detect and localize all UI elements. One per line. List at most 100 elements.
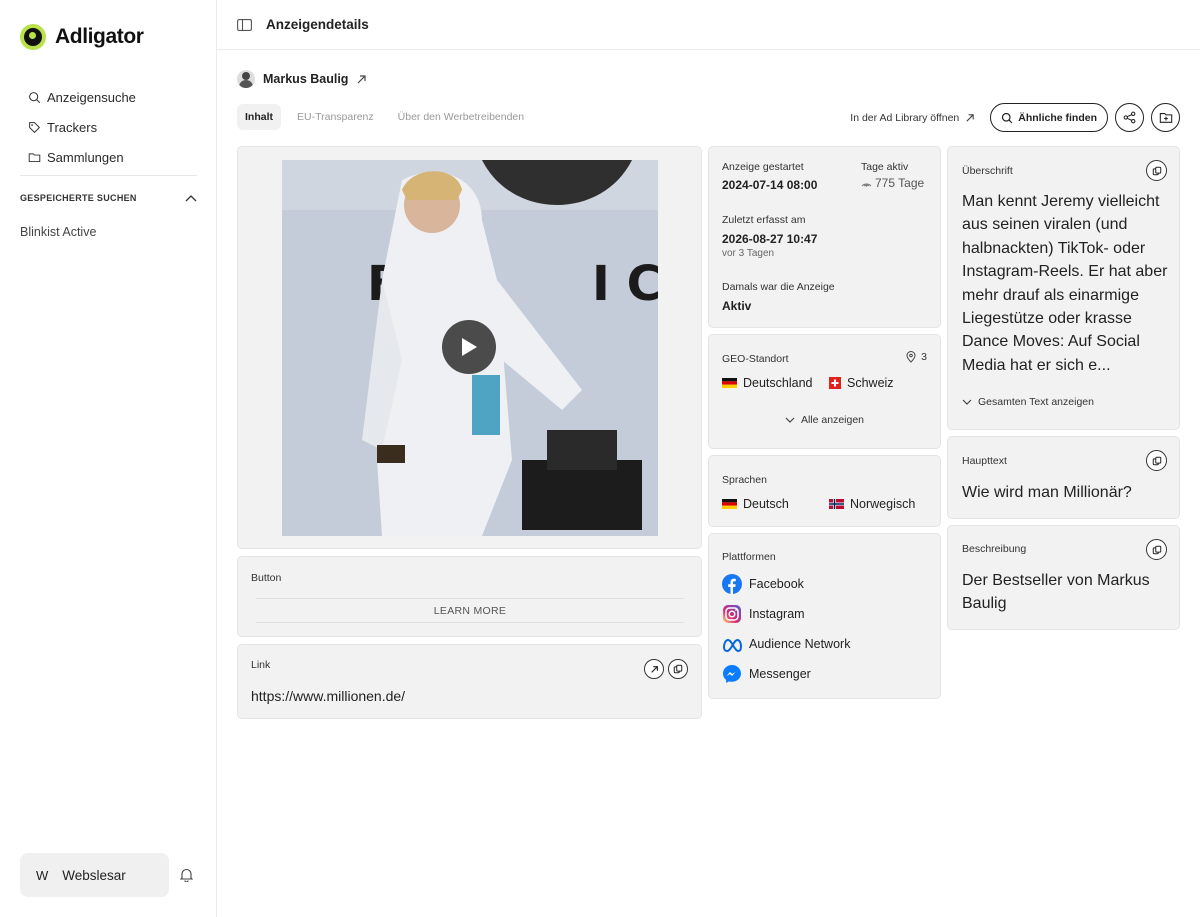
chevron-down-icon [785,417,795,423]
platform-item: Audience Network [722,634,850,654]
advertiser-link[interactable]: Markus Baulig [237,70,367,88]
share-button[interactable] [1115,103,1144,132]
find-similar-button[interactable]: Ähnliche finden [990,103,1108,132]
page-header: Anzeigendetails [217,0,1200,50]
switzerland-flag-icon [829,377,841,389]
status-label: Damals war die Anzeige [722,281,835,293]
play-icon [462,338,477,356]
sidebar-toggle-icon[interactable] [237,18,252,31]
folder-icon [28,152,41,162]
germany-flag-icon [722,499,737,509]
location-pin-icon [906,351,916,363]
platforms-label: Plattformen [722,551,776,563]
main-text-label: Haupttext [962,455,1007,467]
app-name: Adligator [55,25,144,48]
country-name: Schweiz [847,376,894,390]
open-link-button[interactable] [644,659,664,679]
copy-icon [1152,545,1161,554]
ad-video[interactable]: B I C [282,160,658,536]
meta-icon [722,638,742,653]
platform-item: Messenger [722,664,811,684]
saved-search-item[interactable]: Blinkist Active [20,225,96,239]
cta-button-label: Button [251,572,282,584]
saved-searches-header[interactable]: GESPEICHERTE SUCHEN [20,193,197,203]
language-item: Deutsch [722,497,789,511]
messenger-icon [723,665,741,683]
divider [20,175,197,176]
open-ad-library-link[interactable]: In der Ad Library öffnen [850,112,975,124]
active-days-label: Tage aktiv [861,161,909,173]
country-item: Schweiz [829,376,894,390]
headline-text: Man kennt Jeremy vielleicht aus seinen v… [962,193,1168,374]
chevron-down-icon [962,399,972,405]
description-text: Der Bestseller von Markus Baulig [962,572,1150,613]
external-link-icon [650,665,658,673]
share-icon [1123,111,1136,124]
play-button[interactable] [442,320,496,374]
user-menu[interactable]: W Webslesar [20,853,169,897]
language-name: Norwegisch [850,497,916,511]
instagram-icon [723,605,741,623]
nav-item-label: Anzeigensuche [47,89,136,105]
nav-item-search[interactable]: Anzeigensuche [28,82,136,112]
tag-icon [29,121,41,133]
show-all-label: Alle anzeigen [800,414,865,426]
nav-item-collections[interactable]: Sammlungen [28,142,136,172]
ad-actions: In der Ad Library öffnen Ähnliche finden [850,103,1180,132]
tab-content[interactable]: Inhalt [237,104,281,130]
started-label: Anzeige gestartet [722,161,804,173]
last-seen-relative: vor 3 Tagen [722,248,775,259]
advertiser-avatar [237,70,255,88]
main-text-card: Haupttext Wie wird man Millionär? [947,436,1180,519]
copy-description-button[interactable] [1146,539,1167,560]
active-days-value: 775 Tage [875,176,925,190]
show-full-text-label: Gesamten Text anzeigen [978,396,1094,408]
avatar: W [36,867,49,883]
geo-count-value: 3 [921,351,927,363]
signal-icon [861,183,872,187]
detail-tabs: Inhalt EU-Transparenz Über den Werbetrei… [237,104,532,130]
external-link-icon [358,74,367,83]
platforms-card: Plattformen Facebook Instagram Audience … [708,533,941,699]
copy-link-button[interactable] [668,659,688,679]
country-name: Deutschland [743,376,813,390]
search-icon [29,91,41,103]
copy-main-text-button[interactable] [1146,450,1167,471]
norway-flag-icon [829,499,844,509]
nav-item-trackers[interactable]: Trackers [28,112,136,142]
description-card: Beschreibung Der Bestseller von Markus B… [947,525,1180,630]
find-similar-label: Ähnliche finden [1018,111,1097,124]
search-icon [1002,112,1013,123]
ad-meta-card: Anzeige gestartet 2024-07-14 08:00 Tage … [708,146,941,328]
user-name: Webslesar [62,867,126,883]
chevron-up-icon[interactable] [185,194,197,202]
language-item: Norwegisch [829,497,915,511]
show-full-text-button[interactable]: Gesamten Text anzeigen [962,396,1094,408]
description-label: Beschreibung [962,543,1027,555]
platform-name: Instagram [749,607,805,621]
tab-eu-transparency[interactable]: EU-Transparenz [289,104,382,130]
geo-count: 3 [906,351,927,363]
ad-link-url[interactable]: https://www.millionen.de/ [251,688,405,704]
cta-button[interactable]: LEARN MORE [256,598,684,623]
app-logo[interactable]: Adligator [20,24,144,50]
platform-name: Audience Network [749,637,851,651]
platform-name: Facebook [749,577,804,591]
bell-icon[interactable] [180,868,193,882]
advertiser-name: Markus Baulig [263,72,349,86]
facebook-icon [722,574,742,594]
status-value: Aktiv [722,299,752,313]
platform-name: Messenger [749,667,811,681]
save-to-collection-button[interactable] [1151,103,1180,132]
copy-icon [1152,166,1161,175]
saved-searches-title: GESPEICHERTE SUCHEN [20,193,137,203]
show-all-countries-button[interactable]: Alle anzeigen [709,414,940,426]
last-seen-value: 2026-08-27 10:47 [722,232,818,246]
copy-headline-button[interactable] [1146,160,1167,181]
link-card: Link https://www.millionen.de/ [237,644,702,719]
country-item: Deutschland [722,376,813,390]
copy-icon [1152,456,1161,465]
languages-card: Sprachen Deutsch Norwegisch [708,455,941,527]
tab-about-advertiser[interactable]: Über den Werbetreibenden [390,104,532,130]
link-label: Link [251,659,271,671]
